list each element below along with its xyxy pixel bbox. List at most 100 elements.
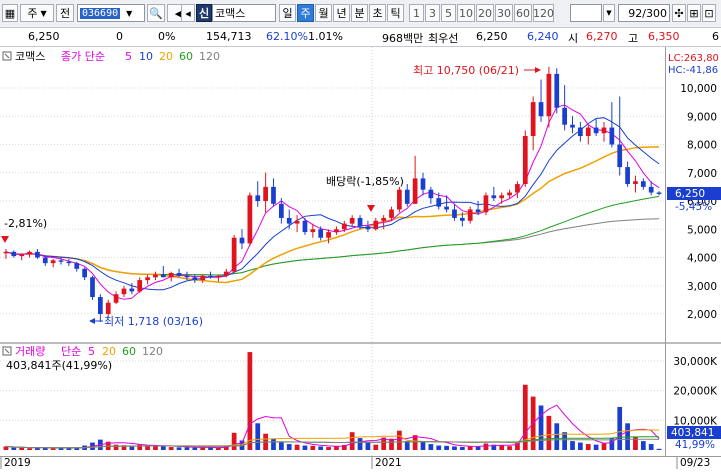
candle-body bbox=[231, 237, 237, 272]
volume-bar bbox=[192, 447, 198, 450]
candle-body bbox=[633, 181, 638, 185]
interval-button[interactable]: 60 bbox=[514, 4, 532, 22]
stock-code-input[interactable]: 036690 ▼ bbox=[77, 4, 145, 22]
chart-area[interactable]: 10,000 9,000 8,000 7,000 6,000 5,000 4,000 3,00… bbox=[0, 47, 721, 469]
volume-bar bbox=[286, 444, 292, 450]
candle-body bbox=[546, 73, 552, 117]
candle-body bbox=[578, 127, 583, 137]
current-price: 6,250 bbox=[28, 30, 60, 43]
candle-body bbox=[19, 254, 25, 257]
volume-bar bbox=[168, 447, 174, 450]
candle-body bbox=[153, 274, 158, 278]
interval-button[interactable]: 10 bbox=[457, 4, 475, 22]
legend-ma60: 60 bbox=[179, 50, 193, 63]
timeframe-tab[interactable]: 초 bbox=[369, 4, 386, 22]
candle-body bbox=[168, 273, 174, 278]
chevron-down-icon: ▼ bbox=[126, 8, 133, 18]
grid-tool-icon[interactable]: ⊞ bbox=[687, 4, 701, 22]
timeframe-tab[interactable]: 주 bbox=[297, 4, 314, 22]
candle-body bbox=[640, 181, 646, 187]
volume-bar bbox=[160, 446, 166, 450]
volume-bar bbox=[585, 444, 591, 450]
best-ask: 6,240 bbox=[527, 30, 559, 43]
count-value: 92 bbox=[628, 6, 643, 20]
price-tick-label: 5,000 bbox=[687, 224, 717, 236]
move-tool-icon[interactable]: ✣ bbox=[672, 4, 686, 22]
volume-bar bbox=[310, 445, 316, 450]
legend-ma5: 5 bbox=[125, 50, 132, 63]
quote-bar: 6,250 0 0% 154,713 62.10% 1.01% 968백만 최우… bbox=[0, 28, 721, 47]
candle-body bbox=[357, 217, 363, 227]
interval-button[interactable]: 20 bbox=[476, 4, 494, 22]
chevron-down-icon: ▼ bbox=[40, 8, 47, 18]
candle-body bbox=[530, 102, 536, 137]
volume-bar bbox=[365, 442, 371, 450]
candle-body bbox=[310, 229, 316, 233]
timeframe-tab[interactable]: 틱 bbox=[387, 4, 404, 22]
volume-bar bbox=[538, 405, 544, 450]
candle-body bbox=[436, 198, 442, 207]
grid-menu-icon[interactable]: ▦ bbox=[2, 4, 18, 22]
stock-name-field[interactable]: 코맥스 bbox=[212, 4, 276, 22]
market-select[interactable]: 주 ▼ bbox=[20, 4, 54, 22]
price-tick-label: 2,000 bbox=[687, 309, 717, 321]
candle-body bbox=[200, 275, 206, 281]
search-icon[interactable]: 🔍 bbox=[147, 4, 165, 22]
candle-body bbox=[271, 186, 276, 204]
dividend-annotation: 배당락(-1,85%) bbox=[326, 175, 404, 188]
volume-bar bbox=[294, 444, 300, 450]
legend-stock-name: 코맥스 bbox=[15, 50, 45, 63]
candle-body bbox=[459, 217, 465, 221]
candle-body bbox=[74, 263, 80, 269]
timeframe-tab[interactable]: 분 bbox=[351, 4, 368, 22]
prev-stock-icon[interactable]: ◂ bbox=[181, 4, 195, 22]
price-tick-label: 3,000 bbox=[687, 281, 717, 293]
candle-body bbox=[601, 127, 607, 134]
high-label: 고 bbox=[628, 32, 639, 45]
current-price-pct: -5,45% bbox=[675, 201, 712, 213]
candle-body bbox=[515, 184, 520, 193]
interval-button[interactable]: 5 bbox=[441, 4, 456, 22]
candle-body bbox=[570, 124, 575, 128]
chevron-down-icon[interactable]: ▼ bbox=[603, 4, 615, 22]
left-percent-label: -2,81%) bbox=[4, 217, 47, 230]
x-tick-label: 2021 bbox=[375, 457, 402, 469]
volume-bar bbox=[593, 444, 599, 450]
volume-bar bbox=[255, 423, 261, 450]
timeframe-tab[interactable]: 월 bbox=[315, 4, 332, 22]
volume-bar bbox=[349, 432, 355, 450]
interval-button[interactable]: 30 bbox=[495, 4, 513, 22]
turnover-ratio: 1.01% bbox=[308, 30, 343, 43]
volume-bar bbox=[231, 432, 237, 450]
price-change-pct: 0% bbox=[158, 30, 176, 43]
volume-bar bbox=[507, 446, 512, 450]
box-tool-icon[interactable]: ⊡ bbox=[702, 4, 716, 22]
market-label: 주 bbox=[27, 7, 38, 20]
candle-body bbox=[223, 271, 229, 276]
volume-bar bbox=[546, 415, 552, 450]
price-tick-label: 4,000 bbox=[687, 253, 717, 265]
timeframe-tab[interactable]: 일 bbox=[279, 4, 296, 22]
interval-custom-input[interactable] bbox=[570, 4, 602, 22]
count-field[interactable]: 92/300 bbox=[618, 4, 670, 22]
legend-ma120: 120 bbox=[199, 50, 220, 63]
price-volume-chart[interactable]: 10,0009,0008,0007,0006,0005,0004,0003,00… bbox=[0, 47, 721, 469]
volume-bar bbox=[656, 448, 662, 450]
period-button[interactable]: 전 bbox=[56, 4, 74, 22]
high-price: 6,350 bbox=[648, 30, 680, 43]
candle-body bbox=[35, 251, 40, 258]
candle-body bbox=[522, 136, 528, 185]
hc-label: HC:-41,86 bbox=[668, 65, 718, 76]
volume-bar bbox=[326, 447, 331, 450]
interval-button[interactable]: 1 bbox=[409, 4, 424, 22]
candle-body bbox=[113, 294, 119, 303]
volume-bar bbox=[633, 436, 638, 450]
best-bid: 6,250 bbox=[476, 30, 508, 43]
volume-bar bbox=[475, 446, 481, 450]
interval-button[interactable]: 120 bbox=[533, 4, 554, 22]
candle-body bbox=[397, 189, 402, 210]
candle-body bbox=[593, 127, 599, 134]
timeframe-tab[interactable]: 년 bbox=[333, 4, 350, 22]
volume-bar bbox=[153, 446, 158, 450]
interval-button[interactable]: 3 bbox=[425, 4, 440, 22]
